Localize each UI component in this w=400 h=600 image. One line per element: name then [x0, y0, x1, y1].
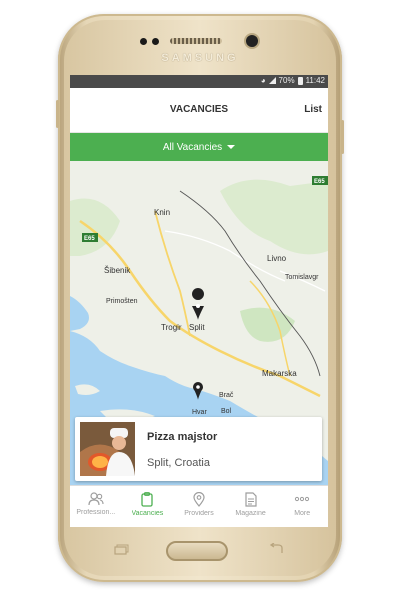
- back-arrow-icon: [269, 542, 283, 553]
- map-label-sibenik: Šibenik: [104, 266, 131, 275]
- document-icon: [244, 492, 257, 507]
- volume-button: [56, 100, 59, 128]
- road-label: E65: [314, 179, 325, 185]
- status-time: 11:42: [305, 76, 325, 85]
- filter-label: All Vacancies: [162, 141, 223, 153]
- sensor-dot: [152, 38, 159, 45]
- signal-icon: [268, 77, 276, 84]
- nav-vacancies[interactable]: Vacancies: [122, 486, 174, 527]
- map-label-makarska: Makarska: [262, 369, 297, 378]
- status-indicators: ◕ 70% 11:42: [261, 76, 325, 85]
- screen: ◕ 70% 11:42 VACANCIES List All Vacancies: [70, 75, 328, 527]
- map-label-split: Split: [189, 323, 205, 332]
- device-brand: SAMSUNG: [161, 52, 239, 64]
- vacancy-card[interactable]: Pizza majstor Split, Croatia: [75, 417, 322, 481]
- map-label-primosten: Primošten: [106, 298, 138, 305]
- back-key[interactable]: [268, 542, 286, 554]
- nav-label: Providers: [184, 510, 214, 517]
- vacancy-title: Pizza majstor: [147, 431, 218, 443]
- vacancy-filter-dropdown[interactable]: All Vacancies: [70, 133, 328, 161]
- wifi-icon: ◕: [260, 76, 266, 85]
- battery-icon: [297, 76, 303, 85]
- map-label-trogir: Trogir: [161, 323, 182, 332]
- page-title: VACANCIES: [169, 104, 229, 115]
- front-camera: [246, 35, 258, 47]
- status-bar: ◕ 70% 11:42: [70, 75, 328, 88]
- nav-providers[interactable]: Providers: [173, 486, 225, 527]
- map-label-bol: Bol: [221, 408, 232, 415]
- list-view-button[interactable]: List: [304, 104, 322, 115]
- bottom-navigation: Profession... Vacancies Providers Magazi…: [70, 485, 328, 527]
- recent-apps-key[interactable]: [113, 543, 129, 555]
- vacancy-location: Split, Croatia: [147, 457, 210, 469]
- power-button: [341, 120, 344, 154]
- caret-down-icon: [227, 145, 236, 149]
- nav-magazine[interactable]: Magazine: [225, 486, 277, 527]
- nav-label: More: [294, 510, 311, 517]
- earpiece-speaker: [170, 38, 222, 44]
- nav-more[interactable]: More: [276, 486, 328, 527]
- nav-label: Profession...: [76, 509, 116, 516]
- map-label-brac: Brač: [219, 392, 234, 399]
- vacancy-thumbnail: [80, 422, 135, 476]
- recent-apps-icon: [114, 544, 129, 555]
- nav-label: Magazine: [235, 510, 266, 517]
- road-label: E65: [84, 236, 95, 242]
- sensor-dot: [140, 38, 147, 45]
- battery-percent: 70%: [278, 76, 295, 85]
- map-label-tomislavgrad: Tomislavgr: [285, 274, 319, 281]
- clipboard-icon: [141, 492, 154, 507]
- app-bar: VACANCIES List: [70, 88, 328, 133]
- map-label-hvar: Hvar: [192, 409, 207, 416]
- location-pin-icon: [193, 492, 205, 507]
- more-dots-icon: [295, 496, 310, 502]
- map-label-livno: Livno: [267, 254, 287, 263]
- map-label-knin: Knin: [154, 208, 170, 217]
- home-button[interactable]: [166, 541, 228, 561]
- people-icon: [88, 492, 104, 506]
- nav-label: Vacancies: [131, 510, 164, 517]
- nav-professionals[interactable]: Profession...: [70, 486, 122, 527]
